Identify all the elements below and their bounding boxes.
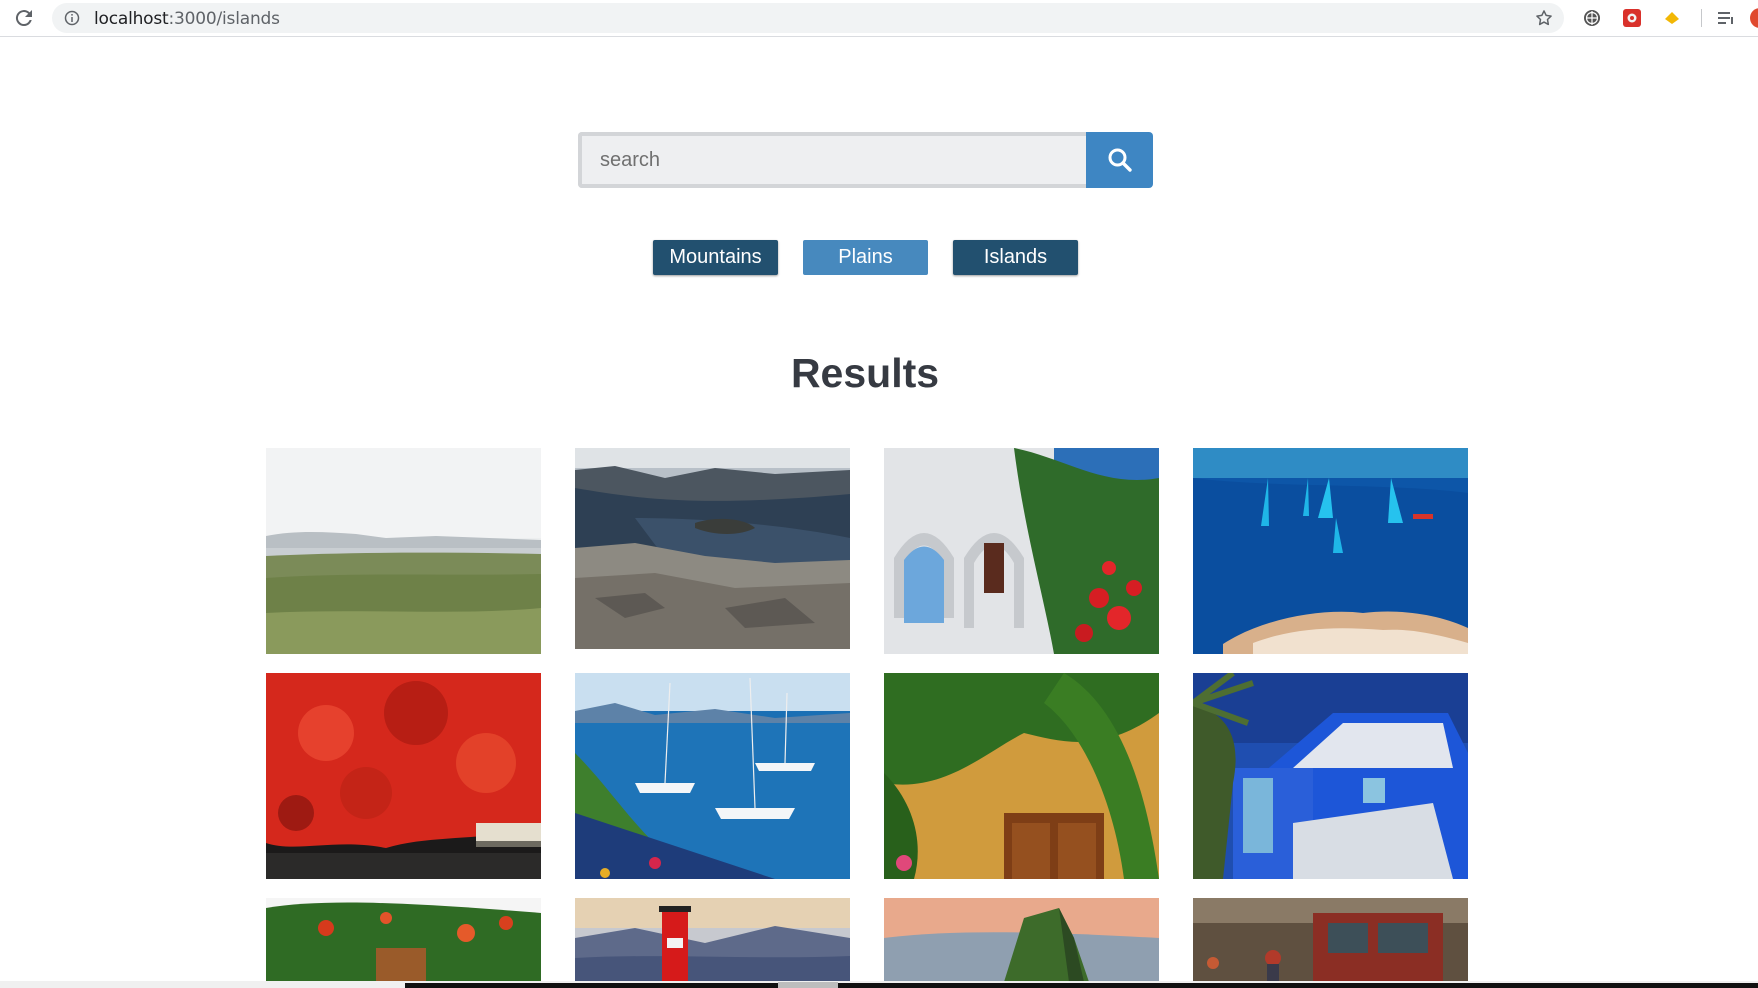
search-bar [578,132,1153,188]
profile-avatar[interactable] [1750,8,1758,28]
vine-door-photo [884,673,1159,879]
results-grid [266,448,1468,988]
url-text[interactable]: localhost:3000/islands [94,9,280,29]
yellow-extension-icon[interactable] [1662,7,1682,29]
browser-toolbar: localhost:3000/islands [0,0,1758,37]
reading-list-icon[interactable] [1716,7,1736,29]
reload-icon[interactable] [12,6,36,30]
toolbar-separator [1701,9,1702,27]
url-path: :3000/islands [168,9,280,29]
islands-button[interactable]: Islands [953,240,1078,275]
scrollbar-region [405,983,1758,988]
globe-extension-icon[interactable] [1582,7,1602,29]
result-image-coastal-meadow[interactable] [266,448,541,654]
search-input[interactable] [578,132,1086,188]
blue-house-photo [1193,673,1468,879]
url-host: localhost [94,9,169,29]
bookmark-star-icon[interactable] [1534,8,1554,28]
info-icon[interactable] [64,10,80,26]
result-image-red-flowers[interactable] [266,673,541,879]
result-image-fjord-rocks[interactable] [575,448,850,649]
search-button[interactable] [1086,132,1153,188]
coastal-meadow-photo [266,448,541,654]
result-image-sea-cliff[interactable] [884,898,1159,982]
result-image-sailboats-sea[interactable] [1193,448,1468,654]
harbor-yachts-photo [575,673,850,879]
result-image-blue-house[interactable] [1193,673,1468,879]
white-arches-photo [884,448,1159,654]
red-extension-icon[interactable] [1622,7,1642,29]
mountains-button[interactable]: Mountains [653,240,778,275]
category-filters: Mountains Plains Islands [653,240,1078,275]
sea-cliff-photo [884,898,1159,982]
result-image-white-arches[interactable] [884,448,1159,654]
old-truck-photo [1193,898,1468,982]
red-flowers-photo [266,673,541,879]
scrollbar-thumb[interactable] [778,982,838,988]
result-image-orange-flowers[interactable] [266,898,541,982]
result-image-old-truck[interactable] [1193,898,1468,982]
plains-button[interactable]: Plains [803,240,928,275]
results-heading: Results [790,350,940,396]
result-image-red-lighthouse[interactable] [575,898,850,982]
result-image-vine-door[interactable] [884,673,1159,879]
address-bar[interactable]: localhost:3000/islands [52,3,1564,33]
sailboats-sea-photo [1193,448,1468,654]
red-lighthouse-photo [575,898,850,982]
fjord-rocks-photo [575,448,850,649]
result-image-harbor-yachts[interactable] [575,673,850,879]
orange-flowers-photo [266,898,541,982]
search-icon [1108,148,1132,172]
